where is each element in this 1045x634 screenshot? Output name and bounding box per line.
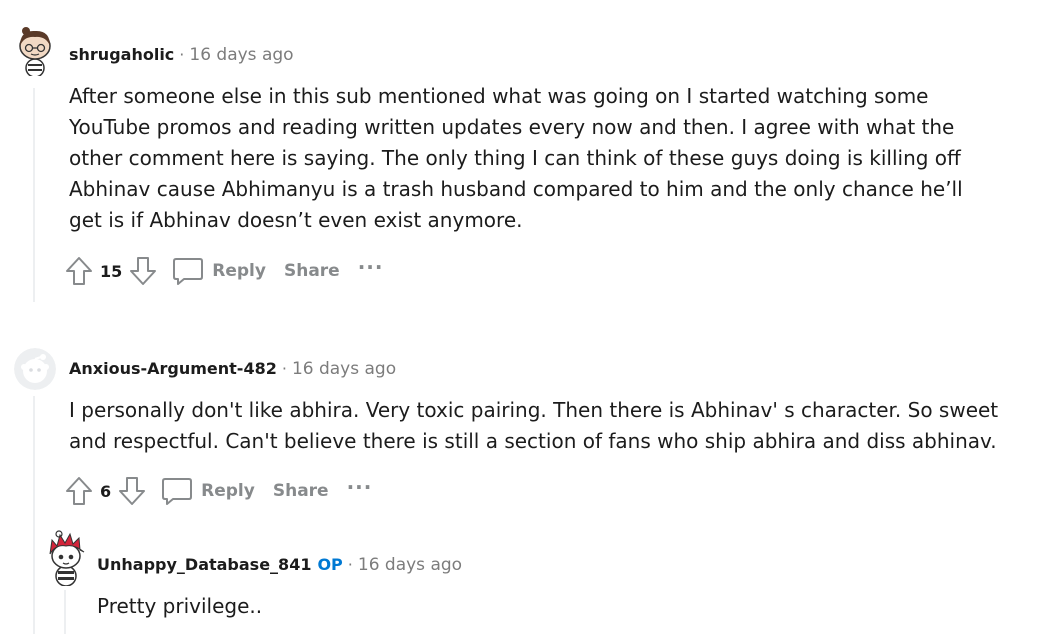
comment-timestamp[interactable]: 16 days ago bbox=[189, 45, 293, 65]
default-avatar-icon bbox=[14, 348, 56, 390]
meta-separator: · bbox=[347, 555, 353, 574]
comment-timestamp[interactable]: 16 days ago bbox=[358, 555, 462, 575]
downvote-icon[interactable] bbox=[128, 255, 158, 287]
avatar-image bbox=[49, 530, 85, 586]
comment-body: Pretty privilege.. bbox=[97, 594, 263, 618]
avatar-image bbox=[19, 27, 51, 76]
more-options-icon[interactable]: ··· bbox=[347, 477, 373, 497]
comment-body: I personally don't like abhira. Very tox… bbox=[69, 398, 999, 453]
vote-count: 15 bbox=[100, 261, 123, 281]
comment-author[interactable]: Unhappy_Database_841 bbox=[97, 555, 311, 574]
comment-meta: Unhappy_Database_841 OP · 16 days ago bbox=[97, 555, 462, 575]
share-button[interactable]: Share bbox=[284, 261, 340, 281]
comment-bubble-icon[interactable] bbox=[172, 256, 204, 286]
comment-actions: 15 Reply Share ··· bbox=[64, 255, 384, 287]
comment-bubble-icon[interactable] bbox=[161, 476, 193, 506]
vote-count: 6 bbox=[100, 481, 112, 501]
reply-button[interactable]: Reply bbox=[212, 261, 266, 281]
thread-line[interactable] bbox=[33, 88, 35, 302]
upvote-icon[interactable] bbox=[64, 475, 94, 507]
comment-actions: 6 Reply Share ··· bbox=[64, 475, 372, 507]
avatar[interactable] bbox=[44, 530, 88, 586]
comment-body: After someone else in this sub mentioned… bbox=[69, 84, 963, 232]
downvote-icon[interactable] bbox=[117, 475, 147, 507]
comment-author[interactable]: Anxious-Argument-482 bbox=[69, 359, 277, 378]
share-button[interactable]: Share bbox=[273, 481, 329, 501]
upvote-icon[interactable] bbox=[64, 255, 94, 287]
thread-line[interactable] bbox=[64, 590, 66, 634]
comment-author[interactable]: shrugaholic bbox=[69, 45, 174, 64]
avatar[interactable] bbox=[14, 348, 56, 390]
more-options-icon[interactable]: ··· bbox=[358, 257, 384, 277]
avatar[interactable] bbox=[14, 24, 56, 76]
meta-separator: · bbox=[281, 359, 287, 378]
comment-meta: shrugaholic · 16 days ago bbox=[69, 45, 294, 65]
comment-timestamp[interactable]: 16 days ago bbox=[292, 359, 396, 379]
reply-button[interactable]: Reply bbox=[201, 481, 255, 501]
comment-meta: Anxious-Argument-482 · 16 days ago bbox=[69, 359, 396, 379]
op-badge: OP bbox=[317, 555, 343, 574]
thread-line[interactable] bbox=[33, 396, 35, 634]
meta-separator: · bbox=[179, 45, 185, 64]
